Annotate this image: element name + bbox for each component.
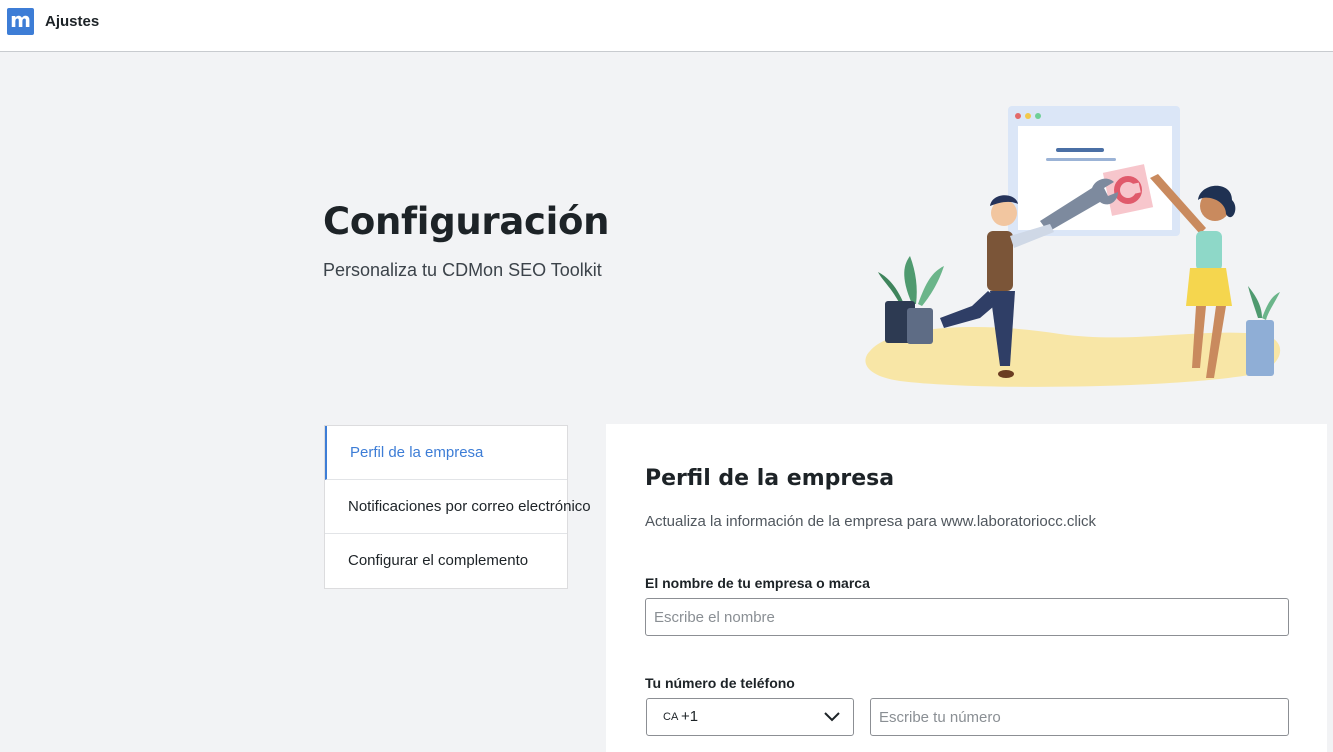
company-profile-panel: Perfil de la empresa Actualiza la inform… bbox=[606, 424, 1327, 752]
sidebar-item-plugin-config[interactable]: Configurar el complemento bbox=[325, 534, 567, 588]
gear-card-icon bbox=[1102, 164, 1154, 216]
phone-number-input[interactable] bbox=[870, 698, 1289, 736]
section-subtitle: Actualiza la información de la empresa p… bbox=[645, 513, 1097, 530]
app-title: Ajustes bbox=[45, 13, 100, 30]
top-bar: m Ajustes bbox=[0, 0, 1333, 52]
settings-sidebar: Perfil de la empresa Notificaciones por … bbox=[324, 425, 591, 589]
m-logo-icon: m bbox=[7, 8, 34, 35]
chevron-down-icon bbox=[824, 712, 840, 722]
company-name-input[interactable] bbox=[645, 598, 1289, 636]
company-name-label: El nombre de tu empresa o marca bbox=[645, 575, 870, 591]
country-code: CA bbox=[663, 711, 679, 723]
dial-code: +1 bbox=[681, 708, 699, 725]
phone-label: Tu número de teléfono bbox=[645, 675, 795, 691]
section-title: Perfil de la empresa bbox=[645, 466, 895, 491]
settings-illustration bbox=[865, 106, 1281, 387]
page-title: Configuración bbox=[323, 200, 610, 243]
sidebar-item-email-notifications[interactable]: Notificaciones por correo electrónico bbox=[325, 480, 591, 534]
country-code-select[interactable]: CA +1 bbox=[646, 698, 854, 736]
page-subtitle: Personaliza tu CDMon SEO Toolkit bbox=[323, 260, 602, 280]
sidebar-item-company-profile[interactable]: Perfil de la empresa bbox=[325, 426, 567, 480]
